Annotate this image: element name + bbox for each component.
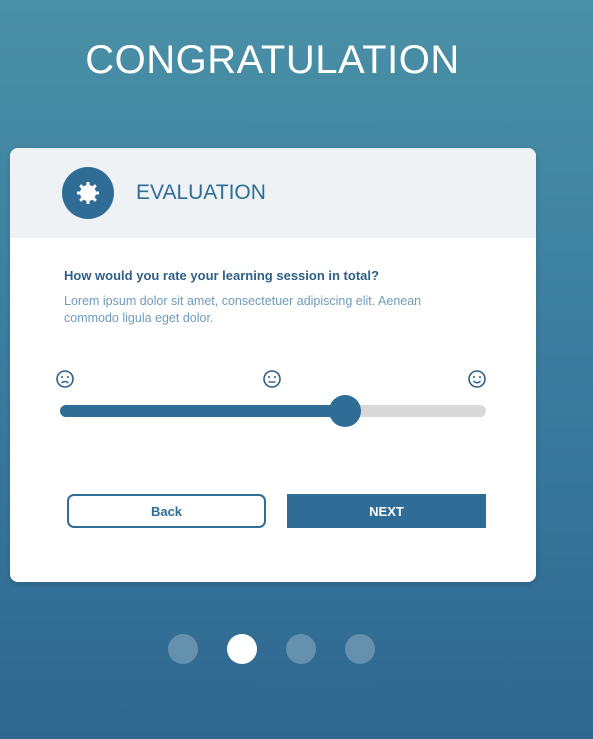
rating-slider[interactable] [60,395,486,427]
pagination-dots [168,634,404,664]
slider-fill [60,405,346,417]
page-title: CONGRATULATION [85,38,460,82]
question-description: Lorem ipsum dolor sit amet, consectetuer… [64,294,422,325]
back-button[interactable]: Back [67,494,266,528]
pagination-dot[interactable] [227,634,257,664]
card-title: EVALUATION [136,181,266,204]
sad-face-icon[interactable] [55,369,75,389]
evaluation-card: EVALUATION How would you rate your learn… [10,148,536,582]
question-text: How would you rate your learning session… [64,268,379,283]
pagination-dot[interactable] [345,634,375,664]
pagination-dot[interactable] [168,634,198,664]
happy-face-icon[interactable] [467,369,487,389]
pagination-dot[interactable] [286,634,316,664]
slider-handle[interactable] [329,395,362,427]
card-header: EVALUATION [10,148,536,238]
next-button[interactable]: NEXT [287,494,486,528]
gear-icon [62,167,114,219]
neutral-face-icon[interactable] [262,369,282,389]
